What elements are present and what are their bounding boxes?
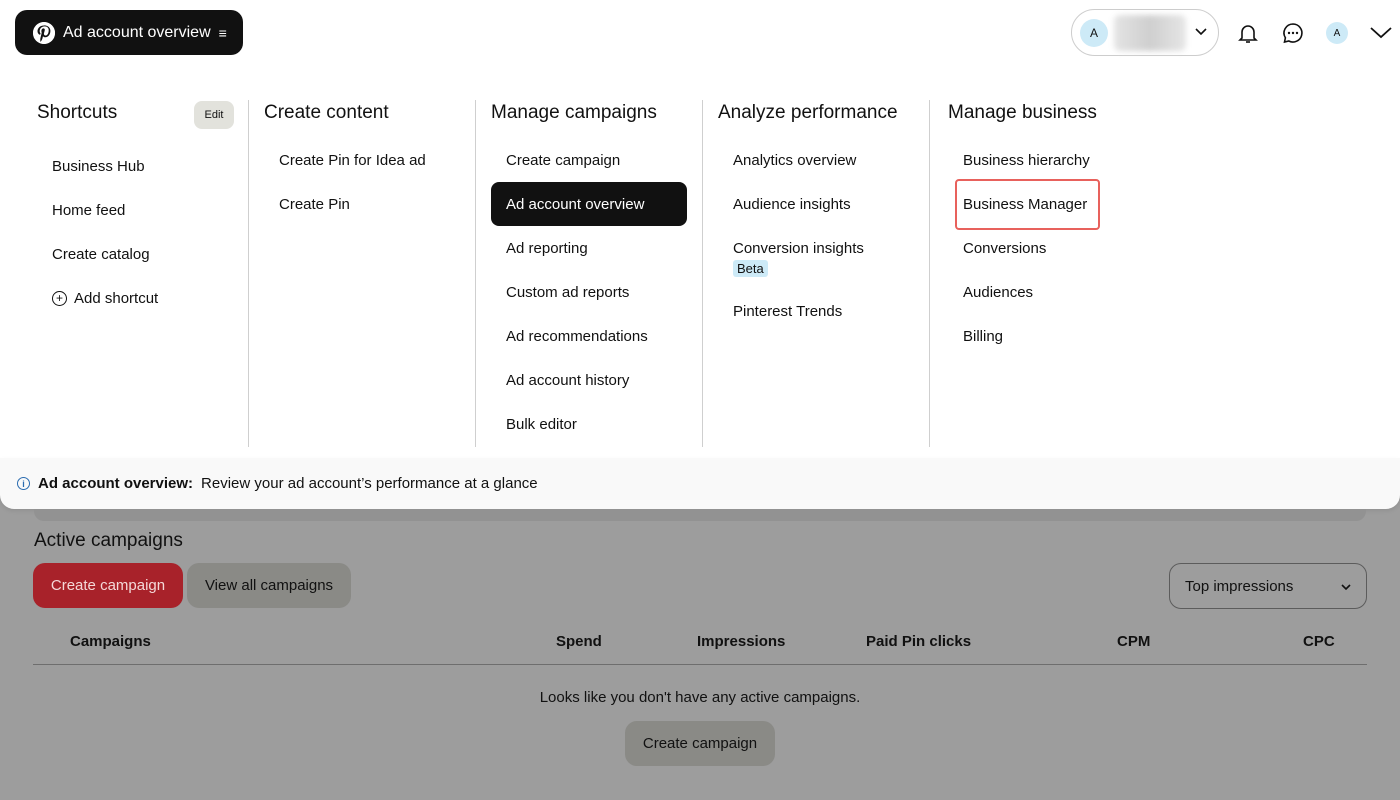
- account-avatar: A: [1080, 18, 1108, 47]
- add-shortcut-label: Add shortcut: [74, 289, 159, 307]
- menu-item-conversions[interactable]: Conversions: [948, 226, 1046, 270]
- account-switcher[interactable]: A: [1071, 9, 1219, 56]
- info-icon: i: [17, 477, 30, 490]
- sort-dropdown-value: Top impressions: [1185, 577, 1294, 595]
- menu-item-business-hierarchy[interactable]: Business hierarchy: [948, 138, 1090, 182]
- menu-item-audiences[interactable]: Audiences: [948, 270, 1033, 314]
- manage-business-column: Manage business Business hierarchy Busin…: [930, 68, 1170, 447]
- shortcuts-heading: Shortcuts: [37, 102, 118, 123]
- app-switcher-button[interactable]: Ad account overview ≡: [15, 10, 243, 55]
- column-header-cpc[interactable]: CPC: [1303, 633, 1335, 650]
- menu-item-create-campaign[interactable]: Create campaign: [491, 138, 687, 182]
- sort-dropdown[interactable]: Top impressions: [1169, 563, 1367, 609]
- create-campaign-button[interactable]: Create campaign: [33, 563, 183, 608]
- plus-circle-icon: +: [52, 290, 67, 306]
- menu-item-ad-account-history[interactable]: Ad account history: [491, 358, 687, 402]
- view-all-campaigns-button[interactable]: View all campaigns: [187, 563, 351, 608]
- menu-item-audience-insights[interactable]: Audience insights: [718, 182, 851, 226]
- menu-item-billing[interactable]: Billing: [948, 314, 1003, 358]
- notifications-bell-icon[interactable]: [1235, 20, 1261, 46]
- menu-item-custom-ad-reports[interactable]: Custom ad reports: [491, 270, 687, 314]
- empty-state-message: Looks like you don't have any active cam…: [539, 689, 861, 706]
- active-campaigns-title: Active campaigns: [34, 530, 183, 551]
- column-header-campaigns[interactable]: Campaigns: [70, 633, 151, 650]
- description-label: Ad account overview:: [38, 475, 194, 492]
- shortcuts-column: Shortcuts Edit Business Hub Home feed Cr…: [0, 68, 248, 447]
- chevron-down-icon: [1340, 579, 1352, 596]
- table-header-divider: [33, 664, 1367, 665]
- profile-avatar[interactable]: A: [1326, 22, 1348, 44]
- background-card-edge: [34, 509, 1366, 521]
- manage-business-heading: Manage business: [948, 102, 1097, 123]
- column-header-cpm[interactable]: CPM: [1117, 633, 1150, 650]
- hamburger-menu-icon: ≡: [218, 24, 227, 41]
- chevron-down-icon: [1194, 24, 1208, 42]
- shortcut-item[interactable]: Business Hub: [37, 144, 145, 188]
- account-name-redacted: [1114, 14, 1186, 51]
- messages-icon[interactable]: [1280, 20, 1306, 46]
- pinterest-logo-icon: [33, 21, 55, 44]
- menu-item-bulk-editor[interactable]: Bulk editor: [491, 402, 687, 446]
- menu-item-ad-reporting[interactable]: Ad reporting: [491, 226, 687, 270]
- beta-badge: Beta: [733, 260, 768, 277]
- menu-description-bar: i Ad account overview: Review your ad ac…: [0, 458, 1400, 509]
- navigation-mega-menu: Shortcuts Edit Business Hub Home feed Cr…: [0, 68, 1400, 458]
- menu-item-analytics-overview[interactable]: Analytics overview: [718, 138, 856, 182]
- column-header-impressions[interactable]: Impressions: [697, 633, 785, 650]
- edit-shortcuts-button[interactable]: Edit: [194, 101, 234, 129]
- menu-item-create-pin-idea-ad[interactable]: Create Pin for Idea ad: [264, 138, 426, 182]
- chevron-down-icon[interactable]: [1368, 20, 1394, 46]
- analyze-performance-heading: Analyze performance: [718, 102, 898, 123]
- top-header: Ad account overview ≡ A A: [0, 0, 1400, 68]
- create-content-column: Create content Create Pin for Idea ad Cr…: [249, 68, 475, 447]
- menu-item-ad-recommendations[interactable]: Ad recommendations: [491, 314, 687, 358]
- menu-item-pinterest-trends[interactable]: Pinterest Trends: [718, 289, 842, 333]
- column-header-paid-pin-clicks[interactable]: Paid Pin clicks: [866, 633, 971, 650]
- manage-campaigns-column: Manage campaigns Create campaign Ad acco…: [476, 68, 702, 447]
- shortcut-item[interactable]: Home feed: [37, 188, 125, 232]
- empty-state-create-campaign-button[interactable]: Create campaign: [625, 721, 775, 766]
- add-shortcut-button[interactable]: + Add shortcut: [37, 276, 158, 320]
- shortcut-item[interactable]: Create catalog: [37, 232, 150, 276]
- menu-item-ad-account-overview[interactable]: Ad account overview: [491, 182, 687, 226]
- menu-item-business-manager[interactable]: Business Manager: [955, 179, 1100, 230]
- create-content-heading: Create content: [264, 102, 389, 123]
- analyze-performance-column: Analyze performance Analytics overview A…: [703, 68, 929, 447]
- menu-item-create-pin[interactable]: Create Pin: [264, 182, 350, 226]
- description-text: Review your ad account’s performance at …: [201, 475, 538, 492]
- column-header-spend[interactable]: Spend: [556, 633, 602, 650]
- manage-campaigns-heading: Manage campaigns: [491, 102, 657, 123]
- app-title: Ad account overview: [63, 23, 211, 41]
